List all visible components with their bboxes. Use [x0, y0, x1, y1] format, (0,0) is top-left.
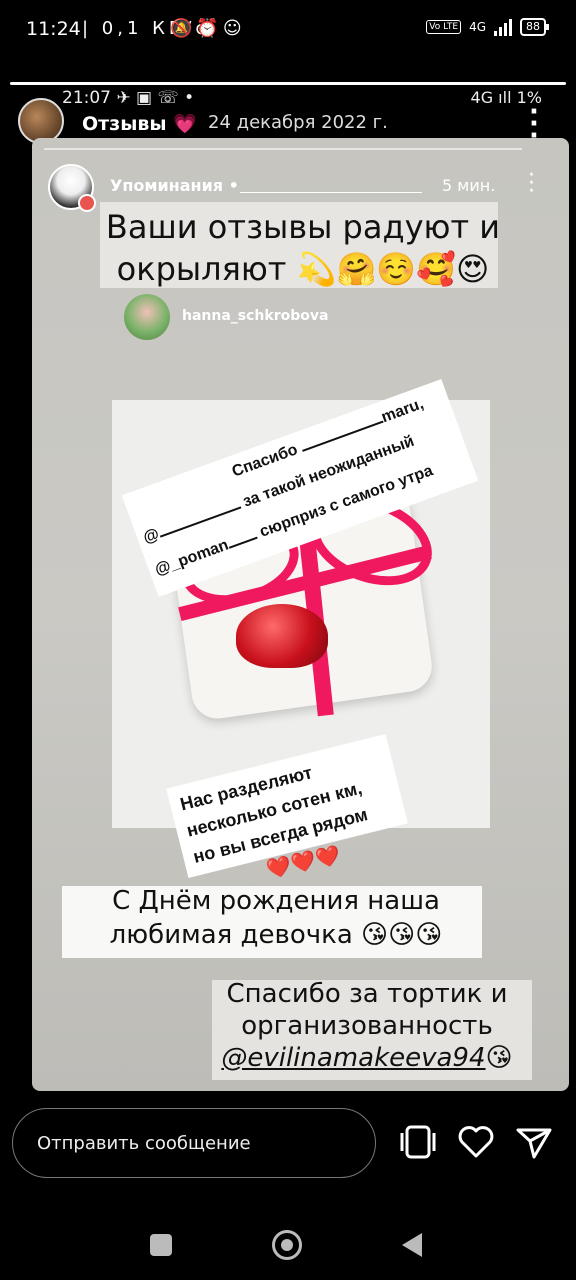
system-nav-bar	[0, 1218, 576, 1280]
story-progress-bar	[10, 82, 566, 85]
story-image[interactable]: Упоминания • 5 мин. · · · Ваши отзывы раду…	[32, 138, 569, 1091]
thanks-text: Спасибо за тортик и организованность @ev…	[221, 979, 513, 1073]
battery-icon: 88	[520, 18, 549, 36]
status-right: Vo LTE 4G 88	[426, 18, 549, 36]
tagged-user-name: hanna_schkrobova	[182, 308, 329, 324]
inner-status-time: 21:07 ✈ ▣ ☏ •	[62, 88, 195, 108]
signal-icon	[494, 18, 512, 36]
mentions-title: Упоминания •	[110, 176, 239, 195]
message-placeholder: Отправить сообщение	[37, 1133, 251, 1154]
mute-alarm-icons: 🔕⏰☺	[170, 18, 246, 39]
inner-more-icon: · · ·	[528, 163, 535, 204]
status-time: 11:24	[26, 18, 81, 40]
thanks-handle: @evilinamakeeva94	[221, 1043, 486, 1073]
inner-progress-line	[44, 148, 522, 150]
redacted-line	[240, 192, 422, 193]
account-name[interactable]: Отзывы 💗	[82, 112, 197, 135]
story-header: 21:07 ✈ ▣ ☏ • 4G ıll 1% Отзывы 💗 24 дека…	[0, 88, 576, 149]
story-date: 24 декабря 2022 г.	[208, 112, 388, 133]
status-bar: 11:24 | 0,1 КБ/с 🔕⏰☺ Vo LTE 4G 88	[0, 0, 576, 58]
tagged-user-avatar	[124, 294, 170, 340]
network-type: 4G	[469, 20, 486, 34]
red-bell	[236, 604, 328, 668]
birthday-text: С Днём рождения наша любимая девочка 😘😘😘	[109, 886, 443, 950]
volte-badge: Vo LTE	[426, 20, 462, 34]
multi-story-icon[interactable]	[398, 1122, 438, 1162]
back-button[interactable]	[402, 1233, 422, 1257]
heart-icon[interactable]	[456, 1122, 496, 1162]
message-input[interactable]: Отправить сообщение	[12, 1108, 376, 1178]
home-button[interactable]	[272, 1230, 302, 1260]
more-options-icon[interactable]: · · ·	[516, 99, 552, 149]
send-icon[interactable]	[514, 1122, 554, 1162]
recent-apps-button[interactable]	[150, 1234, 172, 1256]
mentions-time: 5 мин.	[442, 176, 496, 195]
banner-text: Ваши отзывы радуют и окрыляют 💫🤗☺️🥰😍	[105, 208, 501, 288]
